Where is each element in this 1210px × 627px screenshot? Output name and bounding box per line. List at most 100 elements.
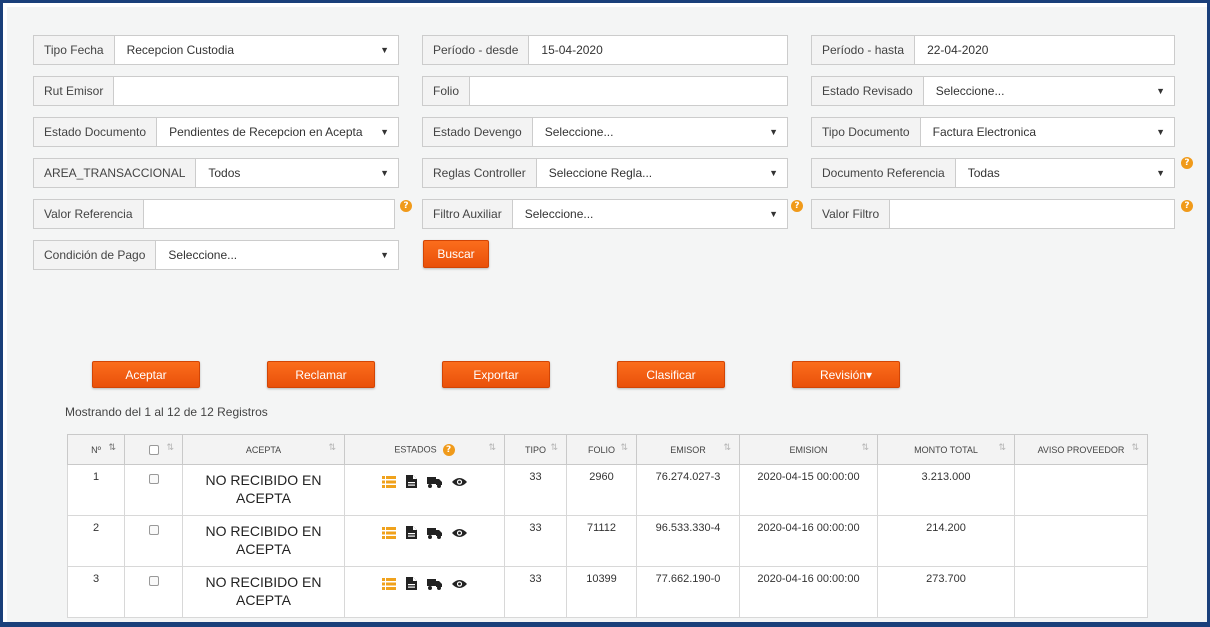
monto-total-cell: 3.213.000 [877, 464, 1015, 516]
sort-icon: ⇅ [861, 443, 869, 453]
chevron-down-icon: ▼ [380, 127, 389, 137]
acepta-status: NO RECIBIDO EN ACEPTA [205, 523, 322, 557]
area-transaccional-value: Todos [208, 166, 241, 180]
eye-icon[interactable] [452, 579, 467, 589]
periodo-desde-label: Período - desde [423, 36, 530, 64]
folio-input[interactable] [470, 77, 787, 105]
aceptar-button[interactable]: Aceptar [92, 361, 200, 388]
valor-filtro-input[interactable] [890, 200, 1174, 228]
sort-icon: ⇅ [998, 443, 1006, 453]
tipo-cell: 33 [504, 515, 567, 567]
document-icon[interactable] [406, 577, 417, 590]
col-emision[interactable]: EMISION ⇅ [739, 434, 878, 465]
col-n[interactable]: Nº ⇅ [67, 434, 125, 465]
help-icon[interactable]: ? [400, 200, 412, 212]
sort-icon: ⇅ [550, 443, 558, 453]
col-aviso-proveedor[interactable]: AVISO PROVEEDOR ⇅ [1014, 434, 1148, 465]
row-select-cell [124, 515, 183, 567]
help-icon[interactable]: ? [1181, 157, 1193, 169]
col-folio[interactable]: FOLIO ⇅ [566, 434, 637, 465]
document-icon[interactable] [406, 475, 417, 488]
row-number: 1 [67, 464, 125, 516]
filtro-auxiliar-label: Filtro Auxiliar [423, 200, 513, 228]
chevron-down-icon: ▼ [769, 168, 778, 178]
row-checkbox[interactable] [148, 474, 159, 484]
estado-documento-label: Estado Documento [34, 118, 158, 146]
col-acepta[interactable]: ACEPTA ⇅ [182, 434, 345, 465]
periodo-desde-input[interactable]: 15-04-2020 [529, 36, 787, 64]
clasificar-button[interactable]: Clasificar [617, 361, 725, 388]
periodo-hasta-input[interactable]: 22-04-2020 [915, 36, 1174, 64]
row-checkbox[interactable] [148, 576, 159, 586]
documents-table: Nº ⇅ ⇅ ACEPTA ⇅ ESTADOS? ⇅ TIPO ⇅ FOLIO ⇅ EMI… [67, 434, 1148, 618]
sort-asc-icon: ⇅ [108, 443, 116, 453]
eye-icon[interactable] [452, 528, 467, 538]
col-select-all[interactable]: ⇅ [124, 434, 183, 465]
col-monto-total[interactable]: MONTO TOTAL ⇅ [877, 434, 1015, 465]
folio-cell: 2960 [566, 464, 637, 516]
area-transaccional-select[interactable]: AREA_TRANSACCIONAL Todos ▼ [33, 158, 399, 188]
list-icon[interactable] [382, 526, 396, 539]
exportar-button[interactable]: Exportar [442, 361, 550, 388]
estado-documento-value: Pendientes de Recepcion en Acepta [169, 125, 363, 139]
tipo-fecha-select[interactable]: Tipo Fecha Recepcion Custodia ▼ [33, 35, 399, 65]
truck-icon[interactable] [427, 578, 442, 590]
valor-referencia-input[interactable] [144, 200, 395, 228]
folio-cell: 10399 [566, 566, 637, 618]
periodo-desde-field[interactable]: Período - desde 15-04-2020 [422, 35, 788, 65]
condicion-pago-select[interactable]: Condición de Pago Seleccione... ▼ [33, 240, 399, 270]
folio-cell: 71112 [566, 515, 637, 567]
estado-revisado-value: Seleccione... [935, 84, 1005, 98]
tipo-documento-select[interactable]: Tipo Documento Factura Electronica ▼ [811, 117, 1175, 147]
folio-field[interactable]: Folio [422, 76, 788, 106]
reglas-controller-label: Reglas Controller [423, 159, 537, 187]
estado-devengo-value: Seleccione... [544, 125, 614, 139]
buscar-button[interactable]: Buscar [423, 240, 489, 268]
valor-filtro-field[interactable]: Valor Filtro [811, 199, 1175, 229]
estado-revisado-select[interactable]: Estado Revisado Seleccione... ▼ [811, 76, 1175, 106]
reclamar-button[interactable]: Reclamar [267, 361, 375, 388]
list-icon[interactable] [382, 475, 396, 488]
help-icon[interactable]: ? [442, 443, 455, 456]
periodo-hasta-field[interactable]: Período - hasta 22-04-2020 [811, 35, 1175, 65]
chevron-down-icon: ▼ [769, 209, 778, 219]
chevron-down-icon: ▼ [380, 45, 389, 55]
help-icon[interactable]: ? [1181, 200, 1193, 212]
estado-devengo-label: Estado Devengo [423, 118, 533, 146]
emision-cell: 2020-04-16 00:00:00 [739, 566, 878, 618]
sort-icon: ⇅ [328, 443, 336, 453]
estado-documento-select[interactable]: Estado Documento Pendientes de Recepcion… [33, 117, 399, 147]
select-all-checkbox[interactable] [148, 444, 159, 455]
help-icon[interactable]: ? [791, 200, 803, 212]
estado-devengo-select[interactable]: Estado Devengo Seleccione... ▼ [422, 117, 788, 147]
revision-dropdown-button[interactable]: Revisión▾ [792, 361, 900, 388]
valor-referencia-label: Valor Referencia [34, 200, 144, 228]
rut-emisor-field[interactable]: Rut Emisor [33, 76, 399, 106]
eye-icon[interactable] [452, 477, 467, 487]
acepta-status: NO RECIBIDO EN ACEPTA [205, 574, 322, 608]
documento-referencia-select[interactable]: Documento Referencia Todas ▼ [811, 158, 1175, 188]
document-icon[interactable] [406, 526, 417, 539]
emisor-cell: 96.533.330-4 [636, 515, 740, 567]
valor-referencia-field[interactable]: Valor Referencia [33, 199, 395, 229]
truck-icon[interactable] [427, 527, 442, 539]
records-count: Mostrando del 1 al 12 de 12 Registros [65, 405, 268, 419]
tipo-documento-label: Tipo Documento [812, 118, 921, 146]
emisor-cell: 76.274.027-3 [636, 464, 740, 516]
list-icon[interactable] [382, 577, 396, 590]
reglas-controller-value: Seleccione Regla... [548, 166, 653, 180]
rut-emisor-input[interactable] [114, 77, 398, 105]
filtro-auxiliar-select[interactable]: Filtro Auxiliar Seleccione... ▼ [422, 199, 788, 229]
acepta-cell: NO RECIBIDO EN ACEPTA [182, 515, 345, 567]
aviso-proveedor-cell [1014, 464, 1148, 516]
reglas-controller-select[interactable]: Reglas Controller Seleccione Regla... ▼ [422, 158, 788, 188]
sort-icon: ⇅ [1131, 443, 1139, 453]
col-tipo[interactable]: TIPO ⇅ [504, 434, 567, 465]
table-row: 1 NO RECIBIDO EN ACEPTA 33 2960 76.274.0… [67, 464, 1148, 516]
col-estados[interactable]: ESTADOS? ⇅ [344, 434, 505, 465]
estados-cell [344, 464, 505, 516]
estados-cell [344, 515, 505, 567]
truck-icon[interactable] [427, 476, 442, 488]
row-checkbox[interactable] [148, 525, 159, 535]
col-emisor[interactable]: EMISOR ⇅ [636, 434, 740, 465]
